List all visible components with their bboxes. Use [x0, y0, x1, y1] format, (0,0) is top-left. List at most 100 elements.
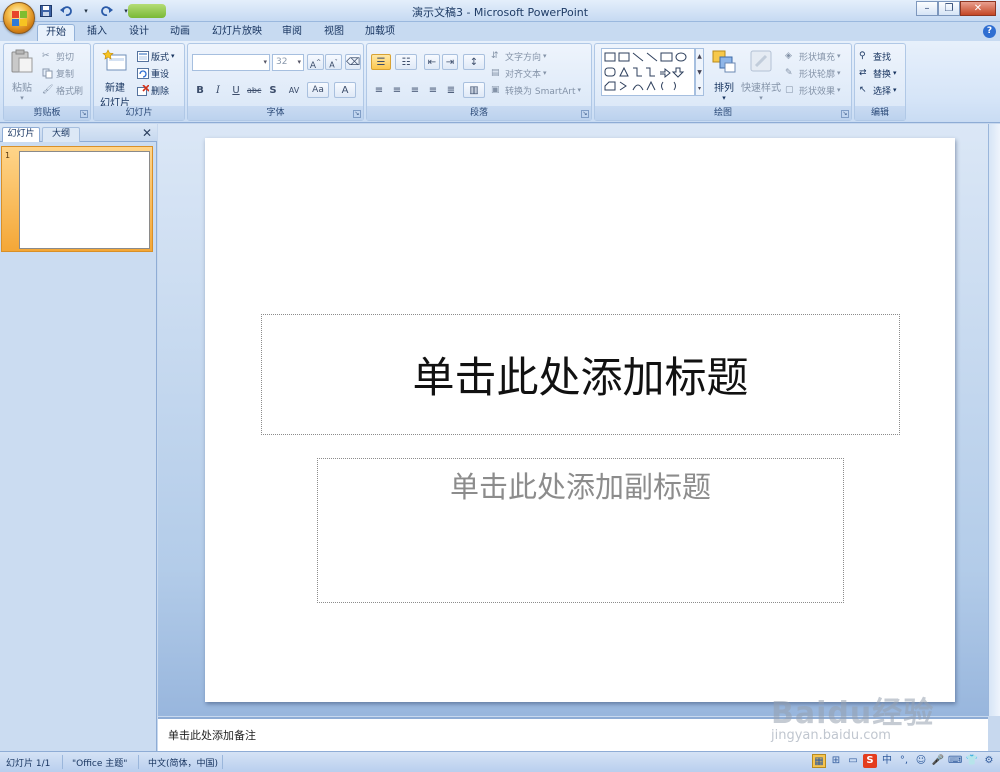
tab-animations[interactable]: 动画	[163, 24, 197, 41]
arrange-button[interactable]: 排列 ▾	[707, 48, 741, 102]
slide-number: 1	[5, 151, 11, 160]
emoji-icon[interactable]: ☺	[914, 754, 928, 768]
close-window-icon[interactable]: ✕	[960, 1, 996, 16]
new-slide-icon	[102, 49, 127, 71]
columns-icon[interactable]: ▥	[463, 82, 485, 98]
align-center-icon[interactable]: ≡	[389, 82, 405, 98]
increase-indent-icon[interactable]: ⇥	[442, 54, 458, 70]
status-separator	[62, 755, 63, 769]
font-launcher-icon[interactable]: ↘	[353, 110, 361, 118]
text-direction-icon: ⇵	[491, 50, 499, 61]
smartart-button[interactable]: ▣ 转换为 SmartArt ▾	[491, 83, 581, 97]
shrink-font-icon[interactable]: A˅	[325, 54, 342, 70]
decrease-indent-icon[interactable]: ⇤	[424, 54, 440, 70]
copy-button[interactable]: 复制	[42, 66, 74, 80]
text-direction-button[interactable]: ⇵ 文字方向 ▾	[491, 49, 547, 63]
chinese-mode-icon[interactable]: 中	[880, 754, 894, 768]
paragraph-launcher-icon[interactable]: ↘	[581, 110, 589, 118]
tab-slides[interactable]: 幻灯片	[2, 127, 40, 142]
font-size-select[interactable]: 32 ▾	[272, 54, 304, 71]
bold-icon[interactable]: B	[192, 82, 208, 98]
keyboard-icon[interactable]: ⌨	[948, 754, 962, 768]
tab-review[interactable]: 审阅	[275, 24, 309, 41]
close-pane-icon[interactable]: ✕	[142, 126, 152, 140]
text-shadow-icon[interactable]: S	[265, 82, 281, 98]
tab-view[interactable]: 视图	[317, 24, 351, 41]
help-icon[interactable]: ?	[983, 25, 996, 38]
clipboard-launcher-icon[interactable]: ↘	[80, 110, 88, 118]
paste-button[interactable]: 粘贴 ▾	[7, 48, 37, 102]
font-name-select[interactable]: ▾	[192, 54, 270, 71]
character-spacing-icon[interactable]: AV	[283, 82, 305, 98]
underline-icon[interactable]: U	[228, 82, 244, 98]
bullets-icon[interactable]: ☰	[371, 54, 391, 70]
tab-design[interactable]: 设计	[122, 24, 156, 41]
reset-label: 重设	[151, 69, 170, 80]
replace-button[interactable]: ⇄ 替换 ▾	[859, 66, 897, 80]
shape-fill-button[interactable]: ◈ 形状填充 ▾	[785, 49, 841, 63]
strikethrough-icon[interactable]: abc	[246, 82, 262, 98]
office-button[interactable]	[3, 2, 35, 34]
punctuation-icon[interactable]: °,	[897, 754, 911, 768]
line-spacing-icon[interactable]: ↕	[463, 54, 485, 70]
tab-home[interactable]: 开始	[37, 24, 75, 41]
font-color-icon[interactable]: A	[334, 82, 356, 98]
tab-insert[interactable]: 插入	[80, 24, 114, 41]
restore-icon[interactable]: ❐	[938, 1, 960, 16]
align-left-icon[interactable]: ≡	[371, 82, 387, 98]
numbering-icon[interactable]: ☷	[395, 54, 417, 70]
ribbon: 粘贴 ▾ ✂ 剪切 复制 🖌 格式刷 剪贴板 ↘ 新建 幻灯片 版式 ▾ 重设 删除 …	[0, 41, 1000, 123]
cut-button[interactable]: ✂ 剪切	[42, 49, 74, 63]
slide-sorter-icon[interactable]: ⊞	[829, 754, 843, 768]
new-slide-button[interactable]: 新建 幻灯片	[97, 48, 133, 109]
drawing-group: ▲ ▼ ▾ 排列 ▾ 快速样式 ▾ ◈ 形状填充 ▾ ✎ 形状轮廓 ▾ ▢ 形状效果 ▾ 绘图 …	[594, 43, 852, 121]
layout-button[interactable]: 版式 ▾	[137, 49, 175, 63]
align-text-icon: ▤	[491, 67, 500, 78]
microphone-icon[interactable]: 🎤	[931, 754, 945, 768]
status-language[interactable]: 中文(简体，中国)	[148, 756, 218, 769]
shapes-gallery-scroll[interactable]: ▲ ▼ ▾	[695, 48, 704, 96]
select-button[interactable]: ↖ 选择 ▾	[859, 83, 897, 97]
skin-icon[interactable]: 👕	[965, 754, 979, 768]
italic-icon[interactable]: I	[210, 82, 226, 98]
status-slide-count: 幻灯片 1/1	[6, 759, 51, 769]
minimize-icon[interactable]: –	[916, 1, 938, 16]
title-placeholder[interactable]: 单击此处添加标题	[261, 314, 900, 435]
paste-label: 粘贴	[12, 83, 32, 94]
sogou-ime-icon[interactable]: S	[863, 754, 877, 768]
slideshow-view-icon[interactable]: ▭	[846, 754, 860, 768]
align-text-label: 对齐文本	[505, 69, 542, 80]
ime-settings-icon[interactable]: ⚙	[982, 754, 996, 768]
distribute-icon[interactable]: ≣	[443, 82, 459, 98]
shape-effects-button[interactable]: ▢ 形状效果 ▾	[785, 83, 841, 97]
vertical-scrollbar[interactable]	[988, 124, 1000, 716]
notes-placeholder[interactable]: 单击此处添加备注	[168, 727, 256, 743]
tab-addins[interactable]: 加载项	[360, 24, 400, 41]
align-text-button[interactable]: ▤ 对齐文本 ▾	[491, 66, 547, 80]
slide-thumbnail[interactable]	[19, 151, 150, 249]
grow-font-icon[interactable]: A^	[307, 54, 324, 71]
normal-view-icon[interactable]: ▦	[812, 754, 826, 768]
tab-slideshow[interactable]: 幻灯片放映	[207, 24, 267, 41]
format-painter-button[interactable]: 🖌 格式刷	[42, 83, 83, 97]
subtitle-placeholder[interactable]: 单击此处添加副标题	[317, 458, 844, 603]
slide-canvas[interactable]: 单击此处添加标题 单击此处添加副标题	[205, 138, 955, 702]
drawing-launcher-icon[interactable]: ↘	[841, 110, 849, 118]
justify-icon[interactable]: ≡	[425, 82, 441, 98]
shapes-gallery[interactable]	[601, 48, 695, 96]
layout-label: 版式	[151, 52, 170, 63]
shape-outline-button[interactable]: ✎ 形状轮廓 ▾	[785, 66, 841, 80]
quick-styles-button[interactable]: 快速样式 ▾	[741, 48, 781, 102]
change-case-icon[interactable]: Aa	[307, 82, 329, 98]
tab-outline[interactable]: 大纲	[42, 127, 80, 142]
slide-thumbnail-selected[interactable]: 1	[1, 146, 153, 252]
notes-pane[interactable]: 单击此处添加备注	[158, 717, 988, 751]
clear-format-icon[interactable]: ⌫	[345, 54, 361, 70]
slides-pane-tabs: 幻灯片 大纲 ✕	[0, 124, 157, 142]
find-button[interactable]: ⚲ 查找	[859, 49, 891, 63]
effects-icon: ▢	[785, 84, 794, 95]
align-right-icon[interactable]: ≡	[407, 82, 423, 98]
paste-icon	[11, 49, 33, 73]
delete-slide-button[interactable]: 删除	[137, 83, 169, 97]
reset-button[interactable]: 重设	[137, 66, 169, 80]
